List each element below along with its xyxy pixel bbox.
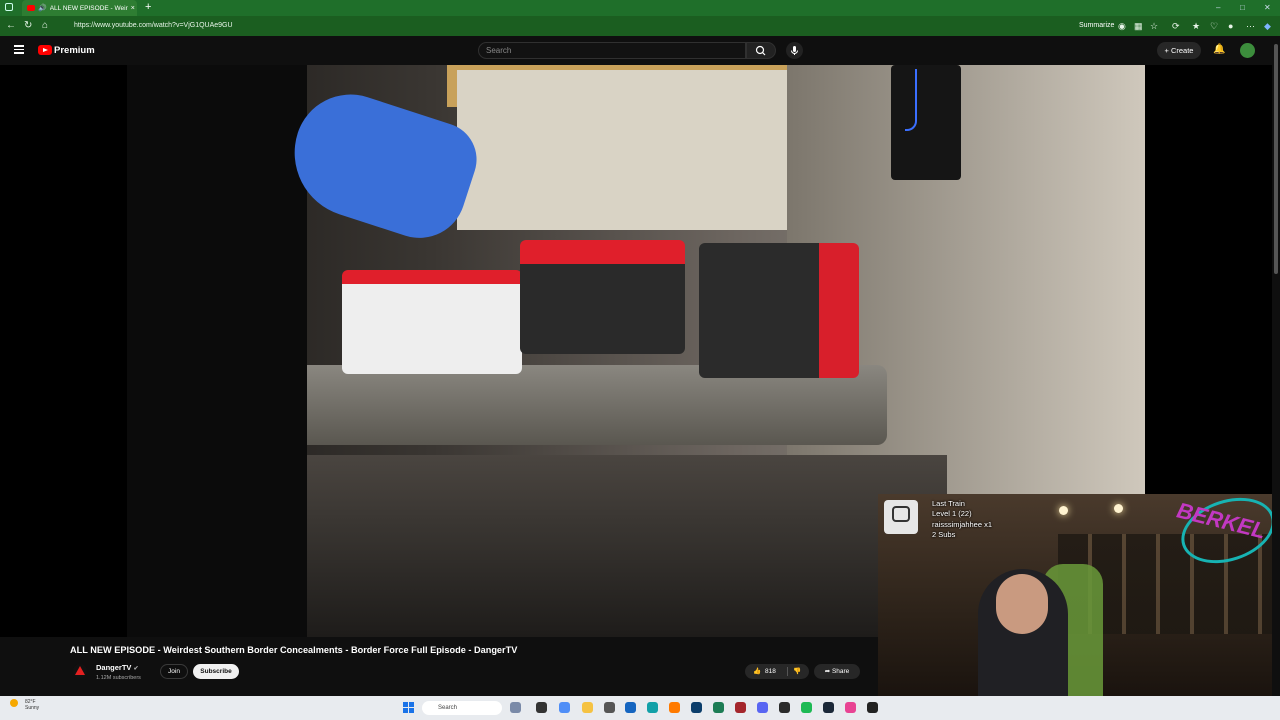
maximize-icon[interactable]: □: [1240, 0, 1245, 16]
refresh-icon[interactable]: ↻: [24, 19, 32, 33]
youtube-favicon-icon: [27, 5, 35, 11]
subscriber-count: 1.12M subscribers: [96, 675, 141, 681]
browser-tab-active[interactable]: 🔊 ALL NEW EPISODE - Weirdest ×: [22, 0, 137, 16]
reader-icon[interactable]: ◉: [1118, 19, 1126, 33]
app-icon[interactable]: [604, 702, 615, 713]
share-icon: ➦: [824, 668, 832, 675]
hype-train-line: Level 1 (22): [932, 509, 972, 519]
windows-taskbar: 82°F Sunny Search: [0, 696, 1280, 720]
subscribe-button[interactable]: Subscribe: [193, 664, 239, 679]
notifications-bell-icon[interactable]: 🔔: [1213, 44, 1225, 56]
minimize-icon[interactable]: –: [1216, 0, 1220, 16]
weather-condition: Sunny: [25, 705, 40, 711]
more-menu-icon[interactable]: ⋯: [1246, 19, 1255, 33]
account-avatar[interactable]: [1240, 43, 1255, 58]
favorite-star-icon[interactable]: ☆: [1150, 19, 1158, 33]
youtube-header: Premium Search + Create 🔔: [0, 36, 1280, 65]
extensions-icon[interactable]: ★: [1192, 19, 1200, 33]
search-icon: [755, 45, 766, 56]
firefox-icon[interactable]: [669, 702, 680, 713]
menu-icon[interactable]: [14, 45, 24, 54]
tab-title: ALL NEW EPISODE - Weirdest: [49, 4, 128, 12]
copilot-taskbar-icon[interactable]: [559, 702, 570, 713]
like-dislike-group: 👍 818 👎: [745, 664, 809, 679]
audio-playing-icon[interactable]: 🔊: [38, 4, 47, 12]
tab-actions-icon[interactable]: [5, 3, 13, 11]
channel-avatar[interactable]: [73, 664, 87, 678]
scrollbar-thumb[interactable]: [1274, 44, 1278, 274]
channel-name[interactable]: DangerTV ✔: [96, 663, 138, 674]
refresh-extension-icon[interactable]: ⟳: [1172, 19, 1180, 33]
streamer-webcam-overlay: Last Train Level 1 (22) raisssimjahhee x…: [878, 494, 1280, 696]
obs-icon[interactable]: [867, 702, 878, 713]
weather-sun-icon[interactable]: [10, 699, 18, 707]
profile-icon[interactable]: ●: [1228, 19, 1233, 33]
new-tab-button[interactable]: +: [145, 1, 151, 14]
favorites-icon[interactable]: ♡: [1210, 19, 1218, 33]
microphone-icon: [791, 46, 798, 55]
app-icon[interactable]: [845, 702, 856, 713]
youtube-logo-icon[interactable]: [38, 45, 52, 55]
hype-train-text: Last Train Level 1 (22) raisssimjahhee x…: [932, 499, 992, 540]
url-field[interactable]: https://www.youtube.com/watch?v=VjG1QUAe…: [68, 19, 1064, 33]
discord-icon[interactable]: [757, 702, 768, 713]
search-input[interactable]: Search: [478, 42, 746, 59]
share-label: Share: [831, 668, 850, 675]
taskbar-search[interactable]: Search: [422, 701, 502, 715]
browser-tab-strip: 🔊 ALL NEW EPISODE - Weirdest × + – □ ✕: [0, 0, 1280, 16]
tab-close-icon[interactable]: ×: [131, 5, 135, 12]
page-scrollbar[interactable]: [1272, 36, 1280, 696]
youtube-premium-logo[interactable]: Premium: [54, 44, 95, 57]
hype-train-line: Last Train: [932, 499, 965, 508]
create-button[interactable]: + Create: [1157, 42, 1201, 59]
app-icon[interactable]: [713, 702, 724, 713]
create-label: Create: [1170, 46, 1194, 55]
back-icon[interactable]: ←: [6, 19, 16, 33]
dislike-icon[interactable]: 👎: [793, 664, 801, 679]
file-explorer-icon[interactable]: [582, 702, 593, 713]
hype-train-line: 2 Subs: [932, 529, 956, 539]
app-icon[interactable]: [735, 702, 746, 713]
edge-icon[interactable]: [647, 702, 658, 713]
steam-icon[interactable]: [823, 702, 834, 713]
verified-icon: ✔: [133, 666, 139, 672]
video-title: ALL NEW EPISODE - Weirdest Southern Bord…: [70, 645, 518, 655]
streamer-logo: BERKEL: [1172, 494, 1280, 575]
search-button[interactable]: [746, 42, 776, 59]
train-icon: [884, 500, 918, 534]
share-button[interactable]: ➦ Share: [814, 664, 860, 679]
task-view-icon[interactable]: [510, 702, 521, 713]
hype-train-line: raisssimjahhee x1: [932, 519, 993, 529]
copilot-icon[interactable]: ◆: [1264, 19, 1271, 33]
address-bar: ← ↻ ⌂ https://www.youtube.com/watch?v=Vj…: [0, 16, 1280, 36]
spotify-icon[interactable]: [801, 702, 812, 713]
read-aloud-icon[interactable]: ▦: [1134, 19, 1143, 33]
app-icon[interactable]: [779, 702, 790, 713]
app-icon[interactable]: [691, 702, 702, 713]
windows-start-icon[interactable]: [403, 702, 414, 713]
outlook-icon[interactable]: [625, 702, 636, 713]
home-icon[interactable]: ⌂: [42, 19, 48, 33]
terminal-icon[interactable]: [536, 702, 547, 713]
close-window-icon[interactable]: ✕: [1264, 0, 1271, 16]
like-icon[interactable]: 👍: [753, 664, 761, 679]
weather-widget[interactable]: 82°F Sunny: [25, 699, 39, 711]
join-button[interactable]: Join: [160, 664, 188, 679]
summarize-button[interactable]: Summarize: [1079, 19, 1114, 33]
voice-search-button[interactable]: [786, 42, 803, 59]
like-count[interactable]: 818: [765, 664, 776, 679]
